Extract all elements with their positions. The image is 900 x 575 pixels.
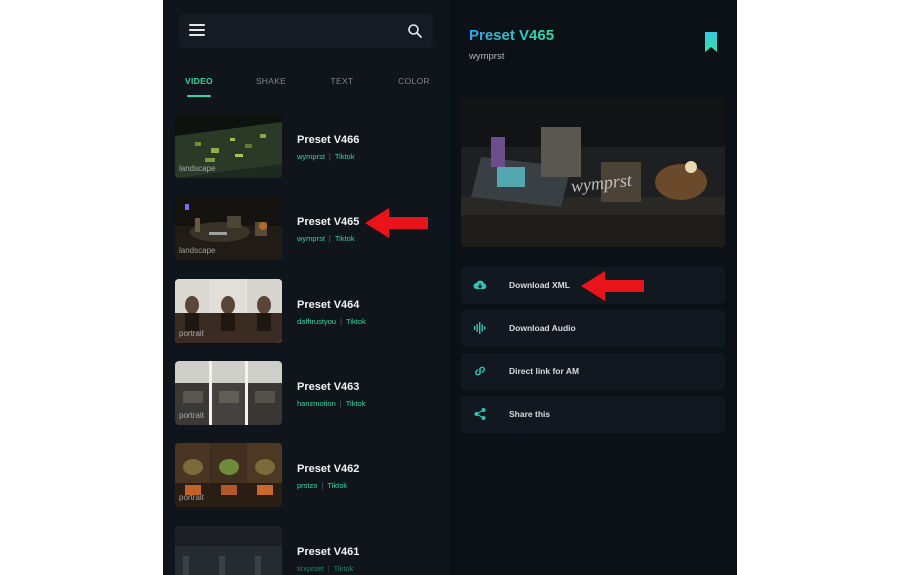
category-tabs: VIDEO SHAKE TEXT COLOR — [163, 70, 449, 98]
tab-text[interactable]: TEXT — [318, 70, 366, 98]
tab-video[interactable]: VIDEO — [175, 70, 223, 98]
video-preview[interactable]: wymprst — [461, 97, 725, 247]
orientation-label: landscape — [179, 246, 216, 255]
preset-author[interactable]: wymprst — [297, 234, 325, 243]
action-label: Download XML — [509, 280, 570, 290]
action-label: Download Audio — [509, 323, 576, 333]
detail-author[interactable]: wymprst — [469, 51, 504, 62]
preset-title: Preset V466 — [297, 134, 360, 146]
orientation-label: landscape — [179, 164, 216, 173]
preset-list-item[interactable]: landscape Preset V466 wymprst | Tiktok — [163, 108, 449, 180]
preset-title: Preset V464 — [297, 299, 360, 311]
orientation-label: portrait — [179, 493, 204, 502]
preset-thumbnail: portrait — [175, 361, 282, 425]
preset-list-item[interactable]: portrait Preset V462 prstzo | Tiktok — [163, 437, 449, 509]
preset-title: Preset V463 — [297, 381, 360, 393]
preset-tag[interactable]: Tiktok — [346, 399, 366, 408]
link-icon — [475, 366, 485, 376]
preset-tag[interactable]: Tiktok — [334, 564, 354, 573]
search-bar[interactable] — [179, 14, 433, 48]
download-audio-button[interactable]: Download Audio — [461, 310, 725, 347]
annotation-arrow — [365, 208, 428, 238]
preset-thumbnail: portrait — [175, 279, 282, 343]
share-icon — [474, 408, 486, 420]
hamburger-menu-icon[interactable] — [189, 24, 205, 38]
preset-title: Preset V462 — [297, 463, 360, 475]
action-label: Direct link for AM — [509, 366, 580, 376]
search-icon[interactable] — [407, 23, 423, 39]
preset-tag[interactable]: Tiktok — [327, 481, 347, 490]
share-button[interactable]: Share this — [461, 396, 725, 433]
preset-author[interactable]: prstzo — [297, 481, 317, 490]
preset-list-item[interactable]: portrait Preset V463 hanzmotion | Tiktok — [163, 355, 449, 427]
preset-meta: tirxprset | Tiktok — [297, 564, 354, 573]
preset-meta: wymprst | Tiktok — [297, 234, 355, 243]
preset-meta: hanzmotion | Tiktok — [297, 399, 366, 408]
preset-author[interactable]: hanzmotion — [297, 399, 336, 408]
preset-meta: prstzo | Tiktok — [297, 481, 348, 490]
orientation-label: portrait — [179, 329, 204, 338]
orientation-label: portrait — [179, 411, 204, 420]
preset-tag[interactable]: Tiktok — [346, 317, 366, 326]
preset-title: Preset V465 — [297, 216, 360, 228]
preset-tag[interactable]: Tiktok — [335, 152, 355, 161]
preset-title: Preset V461 — [297, 546, 360, 558]
tab-shake[interactable]: SHAKE — [247, 70, 295, 98]
detail-title: Preset V465 — [469, 27, 555, 44]
preset-author[interactable]: wymprst — [297, 152, 325, 161]
cloud-download-icon — [473, 280, 487, 289]
annotation-arrow — [581, 271, 644, 301]
preset-list-panel: VIDEO SHAKE TEXT COLOR landscape Preset … — [163, 0, 449, 575]
audio-wave-icon — [474, 322, 486, 334]
app-window: VIDEO SHAKE TEXT COLOR landscape Preset … — [163, 0, 737, 575]
preset-thumbnail: portrait — [175, 443, 282, 507]
preset-author[interactable]: tirxprset — [297, 564, 324, 573]
preset-list-item[interactable]: Preset V461 tirxprset | Tiktok — [163, 520, 449, 575]
preset-tag[interactable]: Tiktok — [335, 234, 355, 243]
bookmark-icon[interactable] — [704, 32, 718, 52]
direct-link-button[interactable]: Direct link for AM — [461, 353, 725, 390]
preset-thumbnail — [175, 526, 282, 575]
preset-list-item[interactable]: portrait Preset V464 dafftrustyou | Tiktok — [163, 273, 449, 345]
preset-author[interactable]: dafftrustyou — [297, 317, 336, 326]
preset-meta: dafftrustyou | Tiktok — [297, 317, 366, 326]
tab-color[interactable]: COLOR — [390, 70, 438, 98]
preset-thumbnail: landscape — [175, 196, 282, 260]
preset-meta: wymprst | Tiktok — [297, 152, 355, 161]
action-label: Share this — [509, 409, 551, 419]
preset-thumbnail: landscape — [175, 114, 282, 178]
